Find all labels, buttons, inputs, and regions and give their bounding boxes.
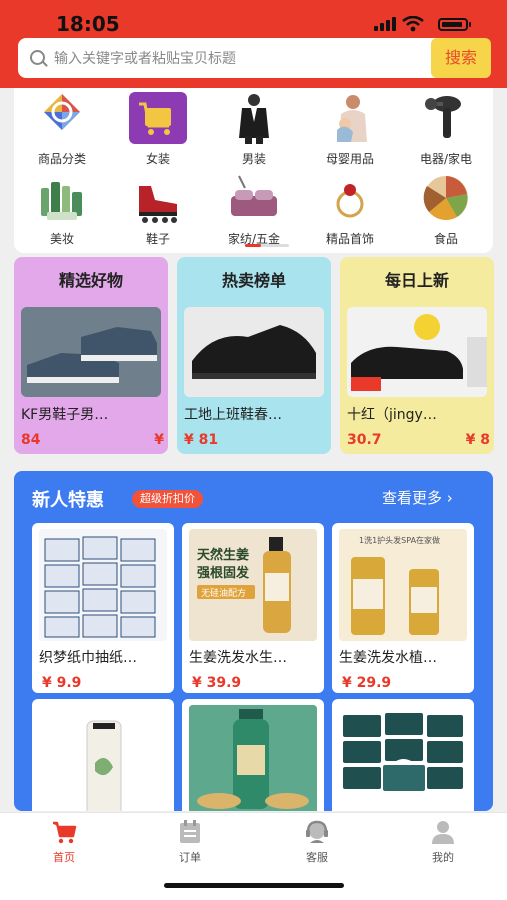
status-bar: 18:05 <box>0 0 507 36</box>
order-icon <box>177 819 203 845</box>
category-item[interactable]: 鞋子 <box>118 172 198 247</box>
discount-badge: 超级折扣价 <box>132 490 203 508</box>
signal-icon <box>374 17 396 31</box>
category-item[interactable]: 商品分类 <box>22 92 102 167</box>
product-price: ¥ 29.9 <box>342 675 392 691</box>
category-label: 女装 <box>145 152 170 166</box>
feature-product-name: 工地上班鞋春… <box>184 407 282 423</box>
product-image <box>189 705 317 811</box>
cosmetics-icon <box>33 172 91 224</box>
home-icon <box>225 172 283 224</box>
tab-home[interactable]: 首页 <box>24 819 104 865</box>
product-image <box>39 705 167 811</box>
shoe-icon <box>129 172 187 224</box>
search-input[interactable]: 输入关键字或者粘贴宝贝标题 <box>54 48 236 68</box>
category-item[interactable]: 母婴用品 <box>310 92 390 167</box>
cart-icon <box>129 92 187 144</box>
category-label: 鞋子 <box>145 232 170 246</box>
grid-icon <box>33 92 91 144</box>
tab-label: 我的 <box>432 851 454 864</box>
view-more-link[interactable]: 查看更多 › <box>382 487 453 508</box>
tab-service[interactable]: 客服 <box>277 819 357 865</box>
category-label: 精品首饰 <box>325 232 374 246</box>
product-card[interactable] <box>332 699 474 811</box>
feature-title: 每日上新 <box>384 271 449 290</box>
battery-icon <box>438 18 471 31</box>
tab-label: 客服 <box>306 851 328 864</box>
suit-icon <box>225 92 283 144</box>
feature-card-hot[interactable]: 热卖榜单 工地上班鞋春… ¥ 81 <box>177 257 331 454</box>
feature-product-price: 84 <box>21 432 41 448</box>
feature-product-price: 30.7 <box>347 432 382 448</box>
product-image <box>184 307 324 397</box>
banner-tag: 无硅油配方 <box>201 587 246 599</box>
category-item[interactable]: 精品首饰 <box>310 172 390 247</box>
feature-product-price: ¥ 81 <box>184 432 219 448</box>
category-label: 母婴用品 <box>325 152 374 166</box>
tab-label: 首页 <box>53 851 75 864</box>
banner-text-2: 强根固发 <box>197 565 250 581</box>
category-item[interactable]: 女装 <box>118 92 198 167</box>
product-image <box>347 307 487 397</box>
wifi-icon <box>402 16 424 32</box>
section-title: 新人特惠 <box>32 490 104 511</box>
product-card[interactable]: 天然生姜 强根固发 无硅油配方 生姜洗发水生… ¥ 39.9 <box>182 523 324 693</box>
tab-orders[interactable]: 订单 <box>150 819 230 865</box>
product-card[interactable]: 1洗1护头发SPA在家做 生姜洗发水植… ¥ 29.9 <box>332 523 474 693</box>
feature-product-price-prefix: ¥ <box>154 432 164 448</box>
product-price: ¥ 39.9 <box>192 675 242 691</box>
banner-label: 1洗1护头发SPA在家做 <box>359 535 440 545</box>
cart-icon <box>51 819 77 845</box>
tab-profile[interactable]: 我的 <box>403 819 483 865</box>
product-name: 生姜洗发水植… <box>339 650 437 666</box>
product-image <box>339 705 467 811</box>
category-panel: 商品分类 女装 男装 母婴用品 电器/家电 美妆 鞋子 家纺/五金 精品首饰 食… <box>14 88 493 253</box>
category-label: 美妆 <box>49 232 74 246</box>
feature-card-selected[interactable]: 精选好物 KF男鞋子男… 84 ¥ <box>14 257 168 454</box>
product-card[interactable] <box>32 699 174 811</box>
category-page-indicator <box>245 244 289 247</box>
category-label: 男装 <box>241 152 266 166</box>
feature-product-name: KF男鞋子男… <box>21 407 109 423</box>
product-card[interactable]: 织梦纸巾抽纸… ¥ 9.9 <box>32 523 174 693</box>
banner-text-1: 天然生姜 <box>197 547 249 563</box>
service-icon <box>304 819 330 845</box>
category-label: 食品 <box>433 232 458 246</box>
product-price: ¥ 9.9 <box>42 675 82 691</box>
search-bar[interactable]: 输入关键字或者粘贴宝贝标题 <box>18 38 462 78</box>
product-name: 织梦纸巾抽纸… <box>39 650 137 666</box>
category-item[interactable]: 电器/家电 <box>406 92 486 167</box>
header: 18:05 输入关键字或者粘贴宝贝标题 搜索 <box>0 0 507 88</box>
product-name: 生姜洗发水生… <box>189 650 287 666</box>
food-icon <box>417 172 475 224</box>
new-user-section: 新人特惠 超级折扣价 查看更多 › 织梦纸巾抽纸… ¥ 9.9 天然生姜 强根固… <box>14 471 493 811</box>
feature-card-new[interactable]: 每日上新 十红（jingy… 30.7 ¥ 8 <box>340 257 494 454</box>
product-image <box>39 529 167 641</box>
search-button[interactable]: 搜索 <box>431 38 491 78</box>
category-item[interactable]: 男装 <box>214 92 294 167</box>
search-icon <box>30 50 45 65</box>
feature-title: 精选好物 <box>58 271 123 290</box>
product-image: 1洗1护头发SPA在家做 <box>339 529 467 641</box>
baby-icon <box>321 92 379 144</box>
feature-product-price-2: ¥ 8 <box>465 432 490 448</box>
category-item[interactable]: 食品 <box>406 172 486 247</box>
product-image: 天然生姜 强根固发 无硅油配方 <box>189 529 317 641</box>
ring-icon <box>321 172 379 224</box>
category-item[interactable]: 美妆 <box>22 172 102 247</box>
status-time: 18:05 <box>56 12 120 36</box>
home-indicator <box>164 883 344 888</box>
product-card[interactable] <box>182 699 324 811</box>
feature-title: 热卖榜单 <box>221 271 286 290</box>
category-item[interactable]: 家纺/五金 <box>214 172 294 247</box>
category-label: 电器/家电 <box>419 152 473 166</box>
feature-product-name: 十红（jingy… <box>347 407 437 423</box>
product-image <box>21 307 161 397</box>
appliance-icon <box>417 92 475 144</box>
category-label: 商品分类 <box>37 152 86 166</box>
tab-label: 订单 <box>179 851 201 864</box>
user-icon <box>430 819 456 845</box>
